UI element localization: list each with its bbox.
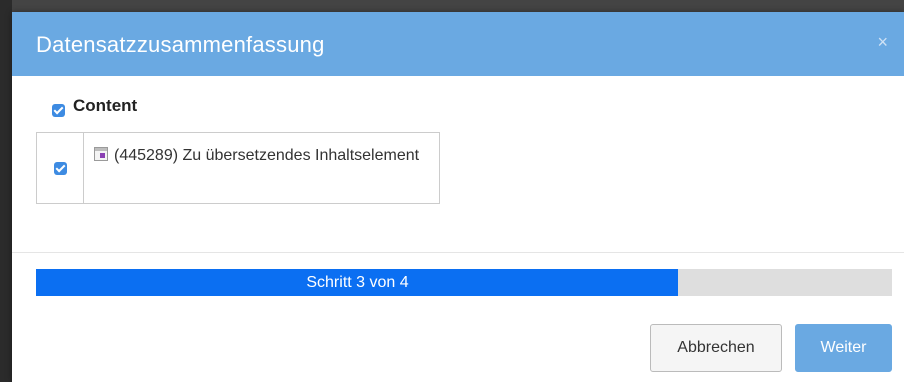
modal-body: Content (445289) Zu übersetzendes Inhalt… (12, 76, 904, 253)
content-group-label: Content (73, 96, 138, 115)
record-table: (445289) Zu übersetzendes Inhaltselement (36, 132, 440, 204)
content-element-icon (94, 147, 108, 161)
cancel-button[interactable]: Abbrechen (650, 324, 782, 372)
record-summary-modal: Datensatzzusammenfassung × Content (4452… (12, 12, 904, 382)
progress-bar: Schritt 3 von 4 (36, 269, 892, 296)
page-backdrop-left (0, 0, 12, 382)
modal-header: Datensatzzusammenfassung × (12, 12, 904, 76)
close-icon[interactable]: × (877, 32, 888, 52)
content-group-header: Content (52, 96, 137, 120)
record-checkbox[interactable] (53, 161, 67, 175)
record-title: (445289) Zu übersetzendes Inhaltselement (114, 147, 420, 164)
progress-label: Schritt 3 von 4 (306, 274, 409, 291)
table-row: (445289) Zu übersetzendes Inhaltselement (84, 133, 439, 203)
content-group-checkbox[interactable] (52, 103, 65, 117)
modal-title: Datensatzzusammenfassung (36, 32, 325, 57)
next-button[interactable]: Weiter (795, 324, 892, 372)
record-checkbox-cell (37, 133, 84, 203)
page-backdrop-top (0, 0, 904, 12)
